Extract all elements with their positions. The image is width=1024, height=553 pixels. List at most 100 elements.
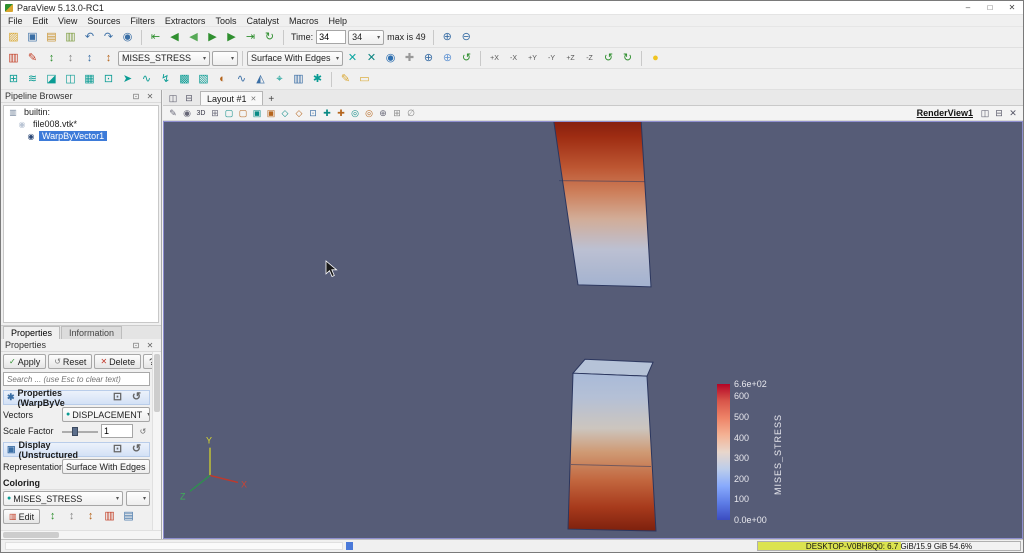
slider-handle[interactable] [72,426,79,436]
adjust-camera-icon[interactable]: ⊞ [208,107,222,120]
zoom-out-icon[interactable]: ⊖ [458,29,475,46]
zoom-in-icon[interactable]: ⊕ [439,29,456,46]
open-file-icon[interactable]: ▨ [5,29,22,46]
save-data-icon[interactable]: ▣ [24,29,41,46]
view-minus-x-icon[interactable]: -X [505,50,522,67]
view-minus-y-icon[interactable]: -Y [543,50,560,67]
zoom-to-box-icon[interactable]: ⊕ [376,107,390,120]
play-backward-icon[interactable]: ◀ [185,29,202,46]
capture-screenshot-icon[interactable]: ◉ [119,29,136,46]
probe-location-icon[interactable]: ⌖ [271,71,288,88]
representation-selector[interactable]: Surface With Edges ▾ [247,50,343,66]
copy-section-icon[interactable]: ⊡ [109,389,126,406]
menu-catalyst[interactable]: Catalyst [241,16,284,26]
split-view-horizontal-icon[interactable]: ◫ [978,107,992,120]
rotate-90-cw-icon[interactable]: ↻ [619,50,636,67]
view-plus-y-icon[interactable]: +Y [524,50,541,67]
pipeline-item-builtin[interactable]: ▥ builtin: [4,106,158,118]
reset-camera-icon[interactable]: ↺ [458,50,475,67]
hover-cells-icon[interactable]: ◎ [348,107,362,120]
select-cells-on-icon[interactable]: ▢ [222,107,236,120]
capture-view-screenshot-icon[interactable]: ◉ [180,107,194,120]
extract-subset-icon[interactable]: ⊡ [100,71,117,88]
menu-sources[interactable]: Sources [82,16,125,26]
rescale-to-data-range-icon[interactable]: ↕ [43,50,60,67]
warp-by-vector-icon[interactable]: ↯ [157,71,174,88]
representation-combo[interactable]: Surface With Edges ▾ [62,459,150,474]
copy-section-icon[interactable]: ⊡ [109,441,126,458]
scrollbar-thumb[interactable] [154,354,160,412]
properties-section-header[interactable]: ✱ Properties (WarpByVe ⊡ ↺ [3,388,150,408]
left-dock-hscrollbar[interactable] [1,530,161,539]
toggle-color-legend-icon[interactable]: ▥ [5,50,22,67]
select-block-icon[interactable]: ⊡ [306,107,320,120]
close-tab-icon[interactable]: ✕ [251,95,257,103]
edit-render-options-icon[interactable]: ✎ [166,107,180,120]
menu-extractors[interactable]: Extractors [160,16,211,26]
hover-points-icon[interactable]: ◎ [362,107,376,120]
loop-icon[interactable]: ↻ [261,29,278,46]
select-points-through-icon[interactable]: ▣ [264,107,278,120]
toggle-interaction-mode-3d-icon[interactable]: 3D [194,107,208,120]
minimize-icon[interactable]: – [957,1,979,15]
add-layout-tab-button[interactable]: + [263,94,279,105]
vectors-combo[interactable]: ● DISPLACEMENT ▾ [62,407,150,422]
programmable-filter-icon[interactable]: ✱ [309,71,326,88]
group-datasets-icon[interactable]: ▩ [176,71,193,88]
select-points-polygon-icon[interactable]: ◇ [292,107,306,120]
menu-macros[interactable]: Macros [284,16,324,26]
restore-section-defaults-icon[interactable]: ↺ [128,441,145,458]
reset-button[interactable]: ↺ Reset [48,354,93,369]
glyph-icon[interactable]: ➤ [119,71,136,88]
frame-combo[interactable]: 34 ▾ [348,29,385,45]
show-orientation-axes-icon[interactable]: ✚ [401,50,418,67]
scale-factor-reset-icon[interactable]: ↺ [137,426,149,437]
coloring-component-combo[interactable]: ▾ [126,491,150,506]
tab-layout-1[interactable]: Layout #1 ✕ [200,91,264,105]
reset-center-of-rotation-icon[interactable]: ✕ [363,50,380,67]
zoom-to-data-icon[interactable]: ⊕ [420,50,437,67]
save-state-icon[interactable]: ▤ [43,29,60,46]
visibility-off-eye-icon[interactable]: ◉ [17,120,27,129]
split-view-vertical-icon[interactable]: ⊟ [992,107,1006,120]
contour-icon[interactable]: ≋ [24,71,41,88]
dock-close-icon[interactable]: ✕ [144,340,156,351]
rescale-to-custom-range-icon[interactable]: ↕ [62,50,79,67]
rescale-to-visible-range-icon[interactable]: ↕ [81,50,98,67]
color-array-selector[interactable]: MISES_STRESS ▾ [118,50,210,66]
properties-scrollbar[interactable] [152,352,161,530]
grow-selection-icon[interactable]: ⊞ [390,107,404,120]
interactive-select-points-icon[interactable]: ✚ [334,107,348,120]
undo-icon[interactable]: ↶ [81,29,98,46]
split-layout-vertical-icon[interactable]: ⊟ [182,92,196,105]
rescale-over-time-icon[interactable]: ↕ [100,50,117,67]
next-frame-icon[interactable]: ▶ [223,29,240,46]
view-minus-z-icon[interactable]: -Z [581,50,598,67]
interactive-select-cells-icon[interactable]: ✚ [320,107,334,120]
last-frame-icon[interactable]: ⇥ [242,29,259,46]
edit-color-map-icon[interactable]: ✎ [24,50,41,67]
dock-undock-icon[interactable]: ⊡ [130,340,142,351]
select-cells-through-icon[interactable]: ▣ [250,107,264,120]
clip-icon[interactable]: ◪ [43,71,60,88]
histogram-icon[interactable]: ▥ [290,71,307,88]
load-state-icon[interactable]: ▥ [62,29,79,46]
color-component-selector[interactable]: ▾ [212,50,238,66]
first-frame-icon[interactable]: ⇤ [147,29,164,46]
dock-close-icon[interactable]: ✕ [144,91,156,102]
slice-icon[interactable]: ◫ [62,71,79,88]
search-input[interactable] [3,372,150,386]
restore-section-defaults-icon[interactable]: ↺ [128,389,145,406]
light-kit-toggle-icon[interactable]: ● [647,50,664,67]
visibility-on-eye-icon[interactable]: ◉ [26,132,36,141]
choose-color-preset-icon[interactable]: ▥ [101,508,118,525]
menu-tools[interactable]: Tools [210,16,241,26]
pipeline-item-file008-vtk[interactable]: ◉ file008.vtk* [4,118,158,130]
time-input[interactable] [316,30,347,44]
pick-center-icon[interactable]: ◉ [382,50,399,67]
select-cells-polygon-icon[interactable]: ◇ [278,107,292,120]
edit-color-map-button[interactable]: ▥ Edit [3,509,41,524]
menu-edit[interactable]: Edit [28,16,54,26]
play-icon[interactable]: ▶ [204,29,221,46]
scale-factor-slider[interactable] [62,426,98,437]
